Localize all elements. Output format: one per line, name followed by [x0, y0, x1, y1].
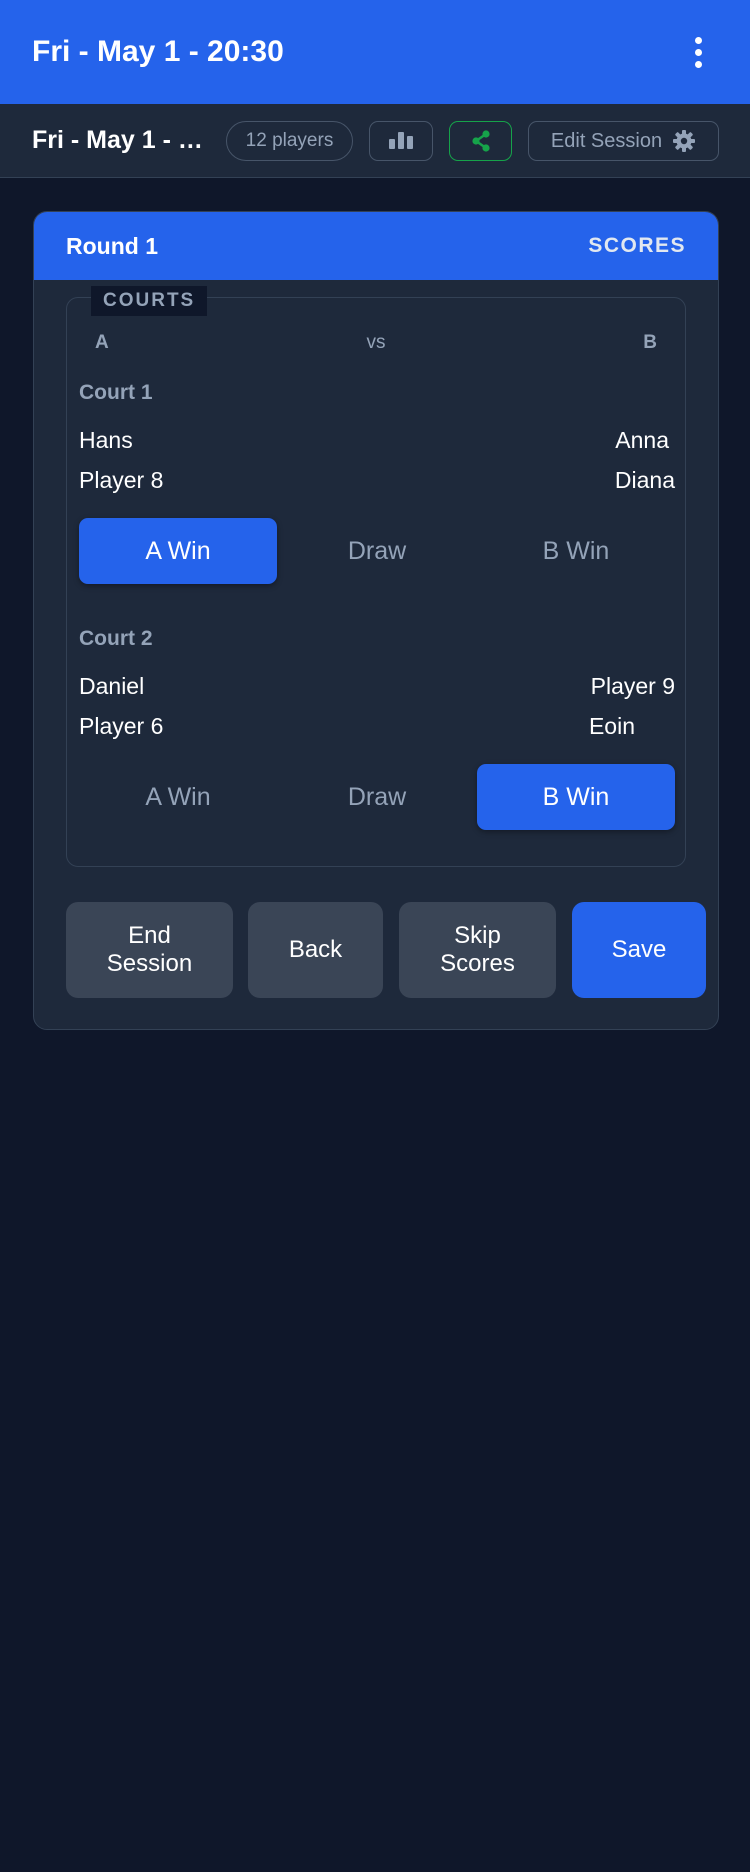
scores-tab[interactable]: SCORES — [588, 234, 686, 258]
bar-chart-icon — [389, 139, 395, 149]
b-win-button[interactable]: B Win — [477, 764, 675, 830]
court-label: Court 1 — [79, 381, 153, 404]
player-row: Player 8 Diana — [79, 467, 675, 497]
app-bar: Fri - May 1 - 20:30 — [0, 0, 750, 104]
player-row: Daniel Player 9 — [79, 673, 675, 703]
court-label: Court 2 — [79, 627, 153, 650]
team-a-player: Hans — [79, 427, 133, 453]
court-2: Court 2 Daniel Player 9 Player 6 Eoin A … — [79, 627, 675, 847]
more-vertical-icon[interactable] — [678, 28, 718, 76]
team-a-player: Player 6 — [79, 713, 164, 739]
round-header: Round 1 SCORES — [34, 212, 718, 280]
a-win-button[interactable]: A Win — [79, 518, 277, 584]
team-b-label: B — [643, 332, 657, 353]
player-row: Hans Anna — [79, 427, 675, 457]
result-selector: A Win Draw B Win — [79, 518, 675, 584]
team-b-player: Eoin — [588, 713, 635, 739]
back-button[interactable]: Back — [248, 902, 383, 998]
players-count-badge[interactable]: 12 players — [226, 121, 353, 161]
team-a-player: Player 8 — [79, 467, 164, 493]
player-row: Player 6 Eoin — [79, 713, 675, 743]
end-session-button[interactable]: End Session — [66, 902, 233, 998]
draw-button[interactable]: Draw — [278, 518, 476, 584]
stats-button[interactable] — [369, 121, 433, 161]
share-icon — [471, 130, 490, 152]
edit-session-button[interactable]: Edit Session — [528, 121, 719, 161]
round-card: Round 1 SCORES COURTS A vs B Court 1 Han… — [33, 211, 719, 1030]
team-b-player: Anna — [615, 427, 669, 453]
draw-button[interactable]: Draw — [278, 764, 476, 830]
team-header: A vs B — [67, 332, 685, 358]
courts-fieldset: COURTS A vs B Court 1 Hans Anna Player 8… — [66, 286, 686, 867]
gear-icon — [673, 130, 696, 152]
team-a-player: Daniel — [79, 673, 145, 699]
session-toolbar: Fri - May 1 - 20:30 12 players Edit Sess… — [0, 104, 750, 178]
vs-label: vs — [366, 332, 386, 353]
court-1: Court 1 Hans Anna Player 8 Diana A Win D… — [79, 381, 675, 601]
edit-session-label: Edit Session — [550, 129, 663, 152]
skip-scores-button[interactable]: Skip Scores — [399, 902, 556, 998]
round-title: Round 1 — [66, 232, 158, 259]
session-name: Fri - May 1 - 20:30 — [32, 126, 212, 154]
b-win-button[interactable]: B Win — [477, 518, 675, 584]
courts-legend: COURTS — [91, 286, 208, 316]
team-b-player: Diana — [614, 467, 675, 493]
save-button[interactable]: Save — [572, 902, 706, 998]
result-selector: A Win Draw B Win — [79, 764, 675, 830]
a-win-button[interactable]: A Win — [79, 764, 277, 830]
share-button[interactable] — [449, 121, 512, 161]
app-title: Fri - May 1 - 20:30 — [32, 35, 284, 68]
team-b-player: Player 9 — [590, 673, 675, 699]
